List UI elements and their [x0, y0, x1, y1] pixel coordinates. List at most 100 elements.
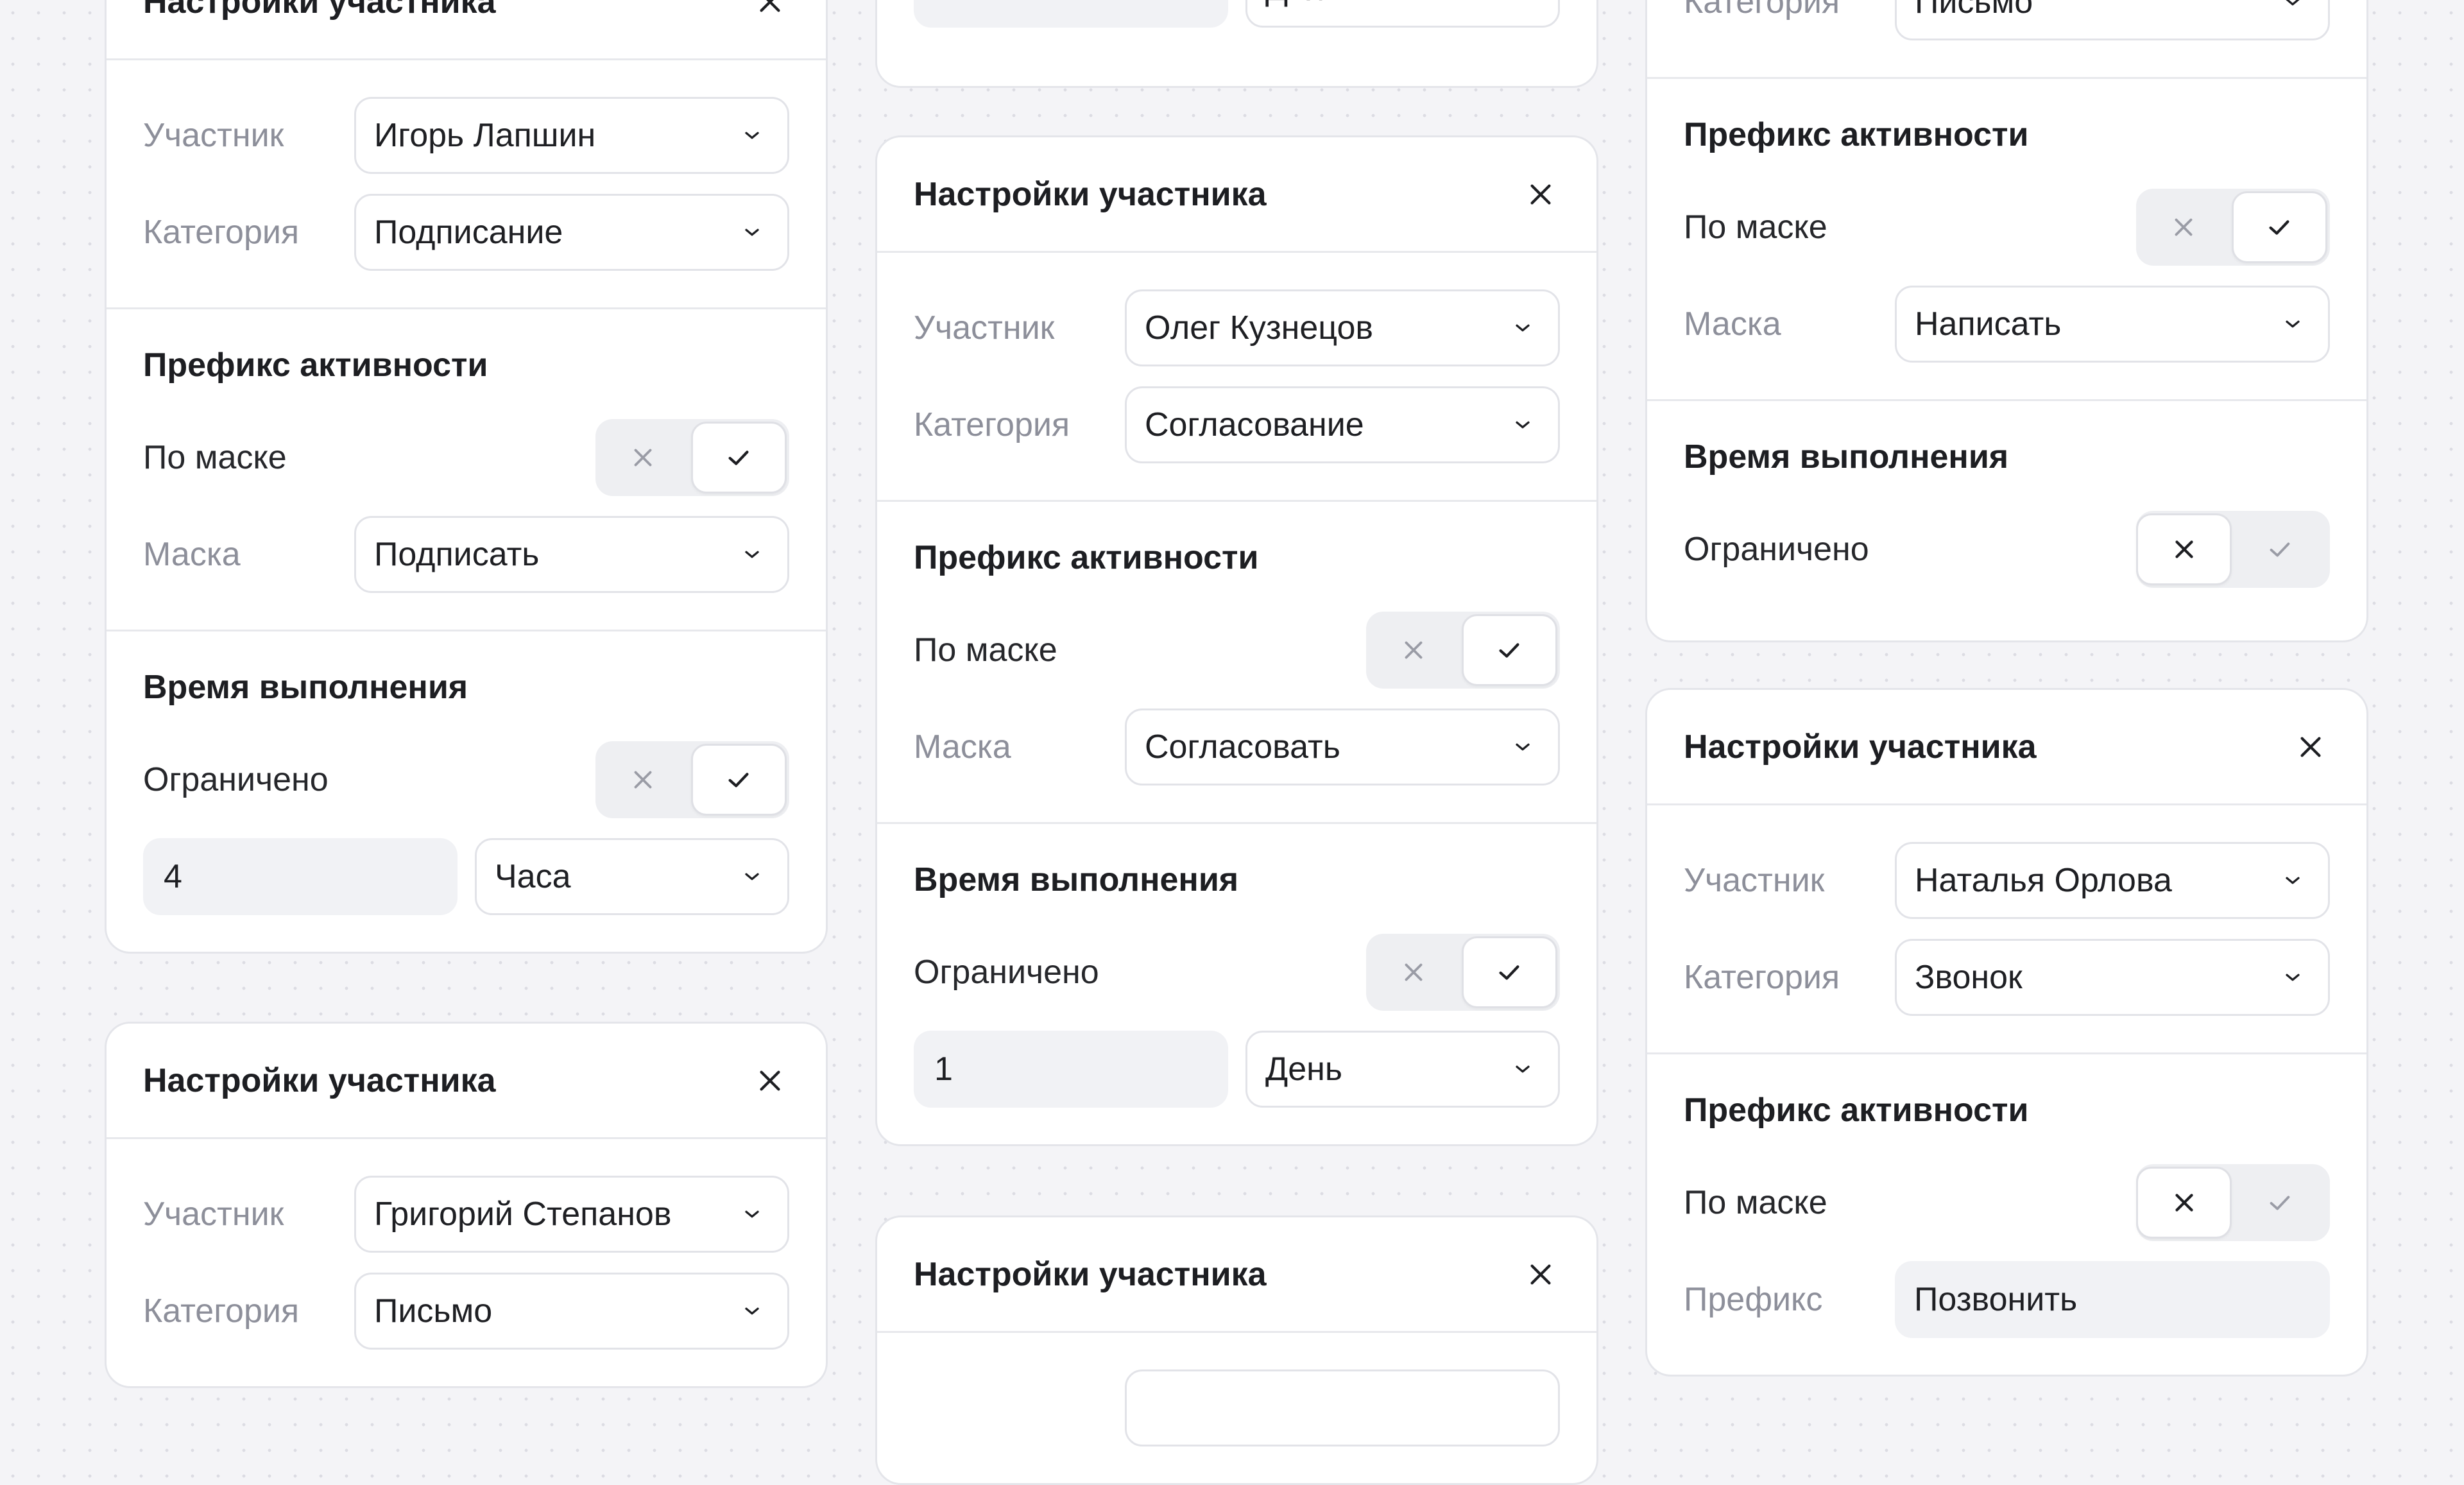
category-value: Звонок — [1915, 959, 2023, 996]
card-header: Настройки участника — [107, 1024, 826, 1139]
section-title: Префикс активности — [143, 347, 488, 384]
close-icon[interactable] — [751, 1061, 789, 1100]
toggle-off-option[interactable] — [2136, 191, 2232, 263]
prefix-label: Префикс — [1684, 1281, 1823, 1318]
toggle-off-option[interactable] — [1366, 614, 1462, 686]
toggle-off-option[interactable] — [2136, 1167, 2232, 1239]
time-unit-value: Часа — [495, 858, 571, 895]
participant-section: Категория Письмо — [1647, 0, 2366, 79]
by-mask-toggle[interactable] — [595, 419, 789, 496]
category-select[interactable]: Подписание — [354, 194, 789, 271]
toggle-on-option[interactable] — [690, 744, 787, 816]
prefix-input[interactable]: Позвонить — [1895, 1261, 2330, 1338]
mask-select[interactable]: Согласовать — [1125, 708, 1560, 785]
time-unit-select[interactable]: Дня — [1245, 0, 1560, 28]
by-mask-toggle[interactable] — [2136, 189, 2330, 266]
toggle-on-option[interactable] — [2231, 191, 2327, 263]
category-label: Категория — [143, 214, 300, 251]
card-title: Настройки участника — [143, 1061, 496, 1099]
toggle-off-option[interactable] — [595, 422, 691, 494]
participant-select[interactable]: Олег Кузнецов — [1125, 289, 1560, 366]
participant-settings-card: Настройки участника Участник Олег Кузнец… — [875, 135, 1598, 1146]
section-title: Префикс активности — [1684, 116, 2029, 153]
mask-value: Написать — [1915, 305, 2062, 343]
time-unit-value: Дня — [1265, 0, 1324, 8]
mask-value: Подписать — [374, 536, 540, 573]
participant-label: Участник — [914, 309, 1055, 347]
chevron-down-icon — [1508, 0, 1537, 4]
by-mask-label: По маске — [143, 439, 287, 476]
category-value: Письмо — [374, 1292, 493, 1330]
card-header: Настройки участника — [107, 0, 826, 60]
section-title: Время выполнения — [1684, 438, 2009, 476]
by-mask-toggle[interactable] — [2136, 1164, 2330, 1241]
chevron-down-icon — [2278, 0, 2307, 17]
section-title: Префикс активности — [1684, 1092, 2029, 1129]
close-icon[interactable] — [1521, 1255, 1560, 1294]
execution-time-section: Время выполнения Ограничено — [1647, 401, 2366, 624]
chevron-down-icon — [737, 1199, 767, 1229]
participant-settings-card: Настройки участника Участник Григорий Ст… — [105, 1022, 828, 1388]
limited-label: Ограничено — [143, 761, 329, 798]
card-title: Настройки участника — [914, 1255, 1267, 1293]
chevron-down-icon — [737, 1296, 767, 1326]
toggle-on-option[interactable] — [1461, 614, 1557, 686]
limited-toggle[interactable] — [2136, 511, 2330, 588]
chevron-down-icon — [1508, 1054, 1537, 1084]
time-unit-value: День — [1265, 1051, 1342, 1088]
toggle-on-option[interactable] — [1461, 936, 1557, 1008]
execution-time-section: Время выполнения Ограничено 1 День — [877, 824, 1596, 1144]
time-value-input[interactable]: 2 — [914, 0, 1228, 28]
limited-label: Ограничено — [914, 954, 1099, 991]
category-label: Категория — [1684, 959, 1840, 996]
chevron-down-icon — [1508, 732, 1537, 762]
category-select[interactable]: Звонок — [1895, 939, 2330, 1016]
toggle-on-option[interactable] — [2232, 513, 2327, 585]
close-icon[interactable] — [2291, 728, 2330, 766]
participant-section: Участник Олег Кузнецов Категория Согласо… — [877, 253, 1596, 502]
participant-value: Наталья Орлова — [1915, 862, 2172, 899]
mask-select[interactable]: Написать — [1895, 286, 2330, 363]
mask-select[interactable]: Подписать — [354, 516, 789, 593]
time-value-input[interactable]: 4 — [143, 838, 458, 915]
category-label: Категория — [1684, 0, 1840, 21]
category-value: Письмо — [1915, 0, 2033, 21]
participant-section — [877, 1333, 1596, 1483]
chevron-down-icon — [1508, 313, 1537, 343]
time-value-input[interactable]: 1 — [914, 1031, 1228, 1108]
close-icon[interactable] — [751, 0, 789, 21]
close-icon[interactable] — [1521, 175, 1560, 214]
participant-section: Участник Игорь Лапшин Категория Подписан… — [107, 60, 826, 309]
limited-toggle[interactable] — [1366, 934, 1560, 1011]
card-header: Настройки участника — [877, 1217, 1596, 1333]
toggle-off-option[interactable] — [595, 744, 691, 816]
category-select[interactable]: Согласование — [1125, 386, 1560, 463]
toggle-on-option[interactable] — [690, 422, 787, 494]
category-label: Категория — [143, 1292, 300, 1330]
participant-settings-card: Настройки участника Участник Игорь Лапши… — [105, 0, 828, 954]
category-select[interactable]: Письмо — [354, 1273, 789, 1350]
participant-value: Олег Кузнецов — [1145, 309, 1374, 347]
participant-settings-card: Настройки участника — [875, 1215, 1598, 1485]
chevron-down-icon — [2278, 963, 2307, 992]
toggle-off-option[interactable] — [1366, 936, 1462, 1008]
card-header: Настройки участника — [1647, 690, 2366, 805]
toggle-off-option[interactable] — [2136, 513, 2232, 585]
limited-toggle[interactable] — [595, 741, 789, 818]
chevron-down-icon — [737, 862, 767, 891]
time-unit-select[interactable]: День — [1245, 1031, 1560, 1108]
mask-value: Согласовать — [1145, 728, 1340, 766]
by-mask-toggle[interactable] — [1366, 612, 1560, 689]
participant-select[interactable]: Игорь Лапшин — [354, 97, 789, 174]
time-unit-select[interactable]: Часа — [475, 838, 789, 915]
card-title: Настройки участника — [143, 0, 496, 21]
participant-select[interactable]: Григорий Степанов — [354, 1176, 789, 1253]
category-select[interactable]: Письмо — [1895, 0, 2330, 40]
participant-select[interactable]: Наталья Орлова — [1895, 842, 2330, 919]
chevron-down-icon — [2278, 309, 2307, 339]
mask-label: Маска — [914, 728, 1011, 766]
participant-settings-card: Настройки участника Участник Наталья Орл… — [1645, 688, 2368, 1377]
participant-select[interactable] — [1125, 1369, 1560, 1446]
execution-time-section: 2 Дня — [877, 0, 1596, 64]
toggle-on-option[interactable] — [2232, 1167, 2327, 1239]
